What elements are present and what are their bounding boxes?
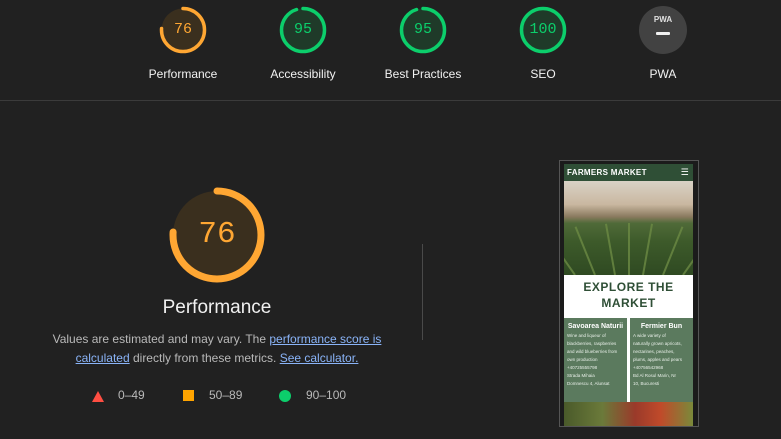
desc-prefix: Values are estimated and may vary. The <box>52 332 270 346</box>
final-screenshot[interactable]: FARMERS MARKET ☰ EXPLORE THE MARKET Savo… <box>559 160 699 427</box>
vertical-divider <box>422 244 423 340</box>
screenshot-hero-image <box>564 181 693 275</box>
screenshot-card: Savoarea Naturii Wine and liqueur of bla… <box>564 318 627 402</box>
screenshot-header: FARMERS MARKET ☰ <box>564 164 693 181</box>
screenshot-page: FARMERS MARKET ☰ EXPLORE THE MARKET Savo… <box>564 164 693 426</box>
gauge-ring: 95 <box>279 6 327 54</box>
gauge-label: Accessibility <box>270 67 336 81</box>
legend-average-label: 50–89 <box>209 388 243 402</box>
gauge-ring: 95 <box>399 6 447 54</box>
gauge-label: SEO <box>530 67 556 81</box>
performance-score: 76 <box>198 217 236 252</box>
gauge-label: Best Practices <box>384 67 462 81</box>
gauge-label: Performance <box>148 67 218 81</box>
legend-fail-label: 0–49 <box>118 388 145 402</box>
desc-middle: directly from these metrics. <box>129 351 280 365</box>
card-text: Wine and liqueur of blackberries, raspbe… <box>567 333 618 386</box>
pass-circle-icon <box>279 390 291 402</box>
card-title: Fermier Bun <box>640 323 683 330</box>
screenshot-card: Fermier Bun A wide variety of naturally … <box>630 318 693 402</box>
gauge-score: 95 <box>293 21 312 38</box>
gauge-ring: 100 <box>519 6 567 54</box>
pwa-badge-icon <box>639 6 687 54</box>
gauge-label: PWA <box>649 67 677 81</box>
pwa-badge: PWA <box>639 6 687 54</box>
see-calculator-link[interactable]: See calculator. <box>280 351 359 365</box>
gauge-score: 100 <box>529 21 557 38</box>
category-summary: 76 Performance 95 Accessibility 95 Best … <box>0 0 781 100</box>
performance-title: Performance <box>162 297 272 318</box>
card-text: A wide variety of naturally grown aprico… <box>633 333 683 386</box>
card-title: Savoarea Naturii <box>567 323 624 330</box>
screenshot-produce-image <box>564 402 693 426</box>
performance-gauge-large: 76 <box>167 185 267 285</box>
pwa-dash-icon <box>656 32 670 35</box>
legend-pass-label: 90–100 <box>306 388 347 402</box>
divider <box>0 100 781 101</box>
gauge-score: 95 <box>413 21 432 38</box>
fail-triangle-icon <box>92 391 104 402</box>
screenshot-headline: EXPLORE THE MARKET <box>583 280 674 310</box>
performance-description: Values are estimated and may vary. The p… <box>40 330 394 368</box>
screenshot-cards: Savoarea Naturii Wine and liqueur of bla… <box>564 318 693 402</box>
gauge-ring: 76 <box>159 6 207 54</box>
screenshot-site-title: FARMERS MARKET <box>567 168 647 177</box>
gauge-score: 76 <box>173 21 192 38</box>
hamburger-icon: ☰ <box>680 167 689 177</box>
pwa-badge-text: PWA <box>653 15 673 24</box>
average-square-icon <box>183 390 194 401</box>
